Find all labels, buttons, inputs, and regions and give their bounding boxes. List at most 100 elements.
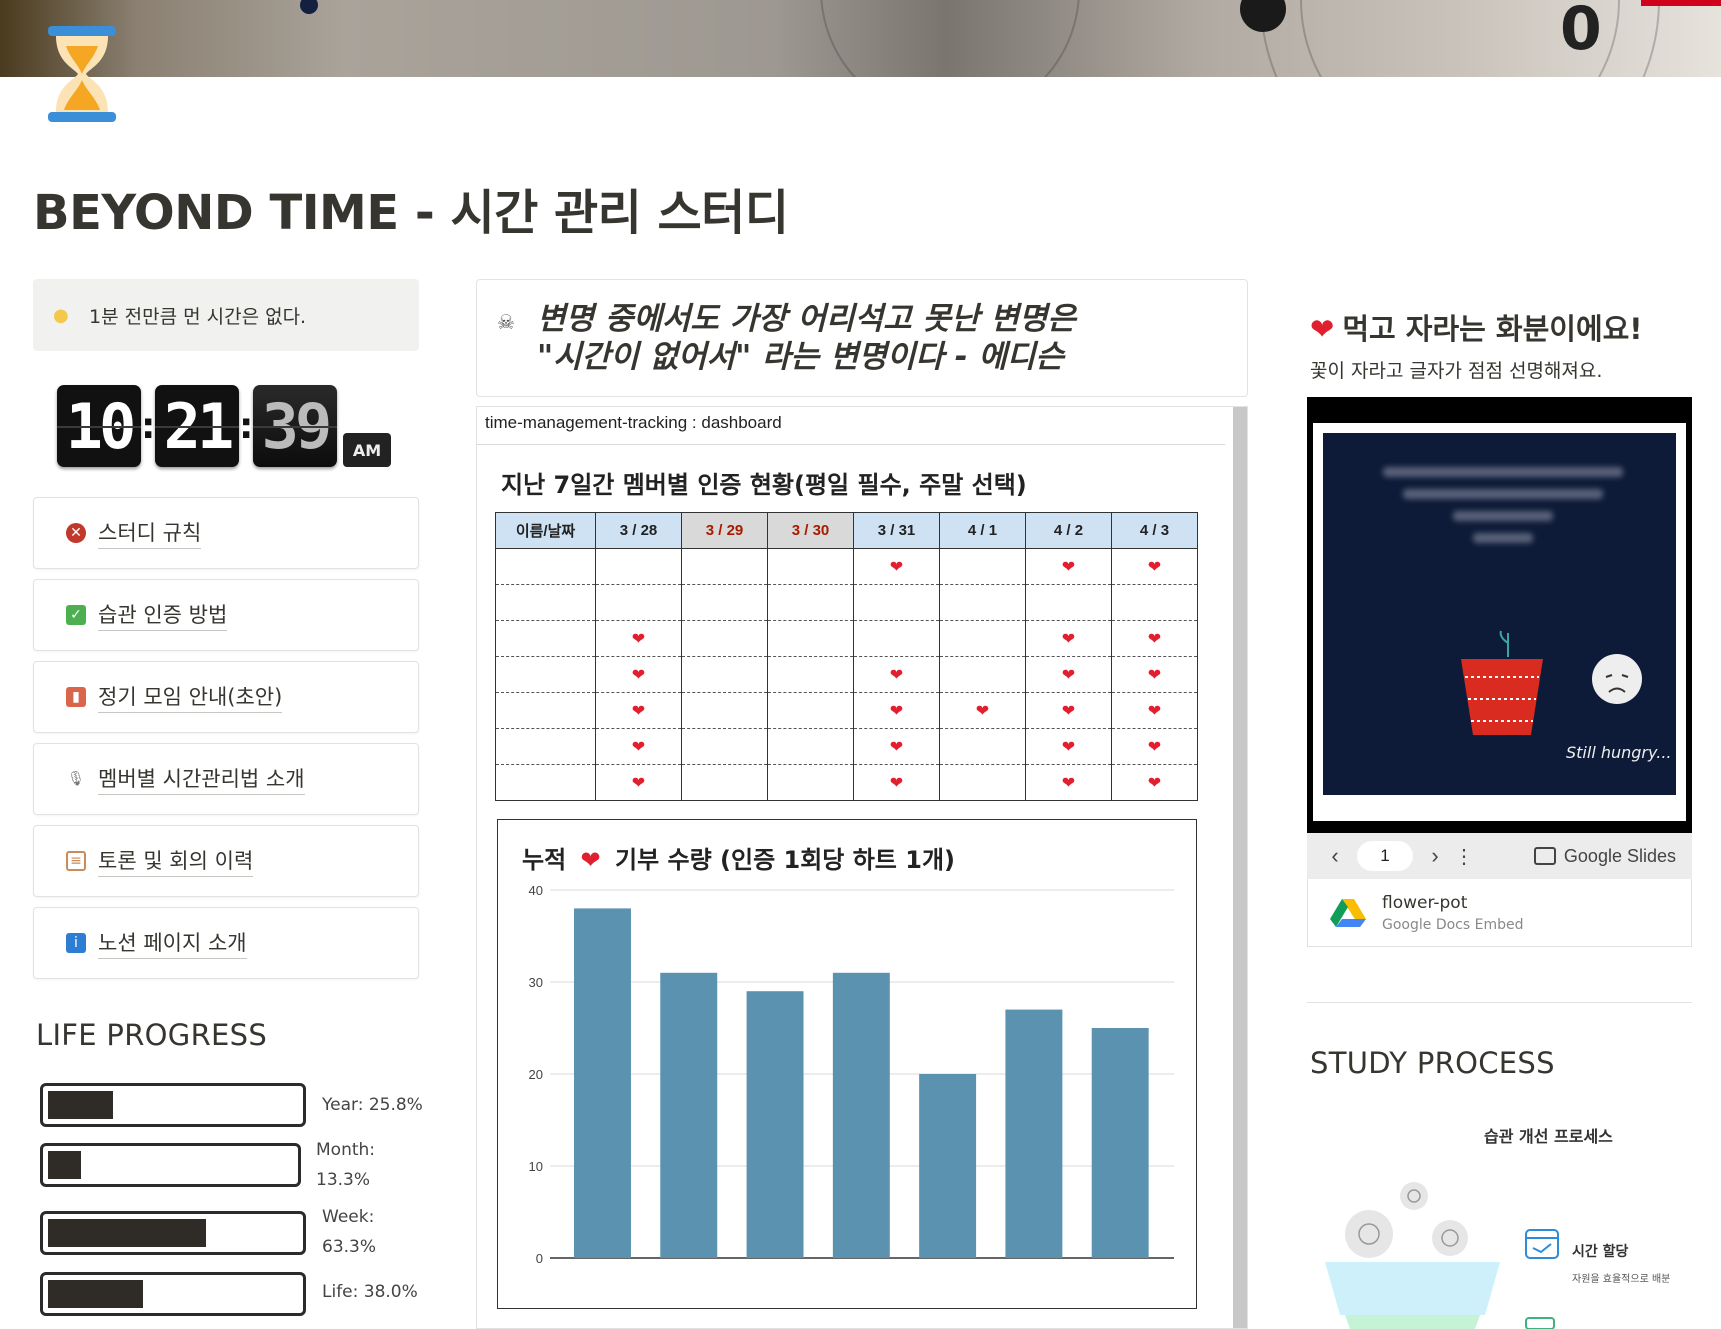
table-row: ❤ ❤ ❤ ❤ bbox=[495, 728, 1198, 765]
table-row: ❤ ❤ ❤ ❤ bbox=[495, 656, 1198, 693]
bar-chart-svg: 0 10 20 30 40 bbox=[529, 883, 1174, 1266]
quote-line-2: "시간이 없어서" 라는 변명이다 - 에디슨 bbox=[537, 339, 1064, 375]
heart-cell: ❤ bbox=[1025, 620, 1112, 657]
clock-seconds: 39 bbox=[253, 385, 337, 467]
life-progress-label: Life: 38.0% bbox=[322, 1282, 418, 1302]
table-header-date: 3 / 30 bbox=[767, 512, 854, 549]
empty-cell bbox=[767, 548, 854, 585]
google-slides-label: Google Slides bbox=[1563, 845, 1676, 866]
nav-card-discussion-history[interactable]: ≡ 토론 및 회의 이력 bbox=[33, 825, 419, 897]
heart-cell: ❤ bbox=[595, 764, 682, 801]
empty-cell bbox=[939, 620, 1026, 657]
callout-text: 1분 전만큼 먼 시간은 없다. bbox=[89, 305, 307, 328]
member-name-cell bbox=[495, 692, 596, 729]
google-drive-icon bbox=[1330, 899, 1366, 927]
quote-line-1: 변명 중에서도 가장 어리석고 못난 변명은 bbox=[537, 301, 1076, 337]
study-process-heading: STUDY PROCESS bbox=[1310, 1046, 1555, 1080]
week-progress-fill bbox=[48, 1219, 206, 1247]
next-slide-button[interactable]: › bbox=[1421, 843, 1449, 869]
heart-cell: ❤ bbox=[1111, 548, 1198, 585]
heart-cell: ❤ bbox=[1111, 620, 1198, 657]
slide-page-input[interactable]: 1 bbox=[1357, 841, 1413, 871]
life-progress-fill bbox=[48, 1280, 143, 1308]
flower-pot-illustration bbox=[1461, 630, 1642, 735]
hourglass-icon[interactable] bbox=[46, 24, 118, 124]
week-progress-value: 63.3% bbox=[322, 1237, 377, 1257]
bar bbox=[746, 991, 804, 1258]
empty-cell bbox=[681, 620, 768, 657]
bar bbox=[1091, 1028, 1149, 1258]
empty-cell bbox=[681, 764, 768, 801]
bar bbox=[574, 908, 631, 1258]
bar bbox=[919, 1074, 977, 1258]
flowerpot-heading-text: 먹고 자라는 화분이에요! bbox=[1342, 312, 1643, 346]
flowerpot-bookmark[interactable]: flower-pot Google Docs Embed bbox=[1307, 879, 1692, 947]
slide-canvas: Still hungry... bbox=[1323, 433, 1676, 795]
nav-card-label: 토론 및 회의 이력 bbox=[98, 845, 254, 877]
process-diagram-title: 습관 개선 프로세스 bbox=[1484, 1127, 1613, 1146]
process-item-title: 시간 할당 bbox=[1572, 1244, 1629, 1260]
empty-cell bbox=[681, 728, 768, 765]
clock-colon: : bbox=[141, 406, 156, 447]
member-name-cell bbox=[495, 620, 596, 657]
empty-cell bbox=[939, 584, 1026, 621]
heart-cell: ❤ bbox=[1025, 656, 1112, 693]
google-slides-link[interactable]: Google Slides bbox=[1533, 845, 1676, 867]
empty-cell bbox=[767, 584, 854, 621]
life-progress-bar bbox=[40, 1272, 306, 1316]
table-row: ❤ ❤ ❤ bbox=[495, 548, 1198, 585]
dashboard-embed[interactable]: time-management-tracking : dashboard 지난 … bbox=[476, 406, 1248, 1329]
heart-cell: ❤ bbox=[853, 764, 940, 801]
table-row: ❤ ❤ ❤ ❤ bbox=[495, 764, 1198, 801]
y-tick-label: 10 bbox=[529, 1159, 543, 1174]
nav-card-regular-meeting[interactable]: ▮ 정기 모임 안내(초안) bbox=[33, 661, 419, 733]
heart-cell: ❤ bbox=[595, 728, 682, 765]
slide-caption: Still hungry... bbox=[1566, 743, 1672, 762]
nav-card-notion-intro[interactable]: i 노션 페이지 소개 bbox=[33, 907, 419, 979]
empty-cell bbox=[939, 728, 1026, 765]
nav-card-label: 노션 페이지 소개 bbox=[98, 927, 247, 959]
bar bbox=[832, 972, 890, 1258]
month-progress-value: 13.3% bbox=[316, 1170, 371, 1190]
empty-cell bbox=[681, 548, 768, 585]
check-mark-icon: ✓ bbox=[66, 605, 86, 625]
clipboard-icon: ≡ bbox=[66, 851, 86, 871]
nav-card-label: 스터디 규칙 bbox=[98, 517, 202, 549]
nav-card-member-methods[interactable]: 🎙 멤버별 시간관리법 소개 bbox=[33, 743, 419, 815]
table-header-name-date: 이름/날짜 bbox=[495, 512, 596, 549]
empty-cell bbox=[939, 548, 1026, 585]
clock-hours: 10 bbox=[57, 385, 141, 467]
nav-card-study-rules[interactable]: ✕ 스터디 규칙 bbox=[33, 497, 419, 569]
table-row: ❤ ❤ ❤ bbox=[495, 620, 1198, 657]
clock-ampm: AM bbox=[343, 433, 391, 467]
week-progress-label: Week: bbox=[322, 1207, 375, 1227]
heart-cell: ❤ bbox=[595, 656, 682, 693]
embed-scrollbar[interactable] bbox=[1233, 407, 1247, 1328]
heart-cell: ❤ bbox=[939, 692, 1026, 729]
more-options-icon[interactable]: ⋮ bbox=[1449, 844, 1479, 869]
prev-slide-button[interactable]: ‹ bbox=[1321, 843, 1349, 869]
y-tick-label: 20 bbox=[529, 1067, 543, 1082]
flip-clock: 10 : 21 : 39 AM bbox=[57, 383, 391, 467]
nav-card-habit-verification[interactable]: ✓ 습관 인증 방법 bbox=[33, 579, 419, 651]
embed-header: time-management-tracking : dashboard bbox=[485, 413, 782, 432]
heart-cell: ❤ bbox=[595, 620, 682, 657]
empty-cell bbox=[939, 656, 1026, 693]
flowerpot-subtitle: 꽃이 자라고 글자가 점점 선명해져요. bbox=[1310, 360, 1603, 382]
member-name-cell bbox=[495, 584, 596, 621]
empty-cell bbox=[939, 764, 1026, 801]
bar bbox=[660, 972, 718, 1258]
no-pedestrians-icon: ✕ bbox=[66, 523, 86, 543]
life-progress-heading: LIFE PROGRESS bbox=[36, 1018, 268, 1052]
y-tick-label: 0 bbox=[536, 1251, 543, 1266]
page-title: BEYOND TIME - 시간 관리 스터디 bbox=[33, 185, 789, 241]
y-tick-label: 40 bbox=[529, 883, 543, 898]
table-header-date: 3 / 31 bbox=[853, 512, 940, 549]
book-icon: ▮ bbox=[66, 687, 86, 707]
slides-embed[interactable]: Still hungry... bbox=[1307, 397, 1692, 833]
slides-toolbar: ‹ 1 › ⋮ Google Slides bbox=[1307, 833, 1692, 879]
year-progress-label: Year: 25.8% bbox=[322, 1095, 423, 1115]
info-icon: i bbox=[66, 933, 86, 953]
nav-card-label: 습관 인증 방법 bbox=[98, 599, 228, 631]
donation-chart: 누적 ❤ 기부 수량 (인증 1회당 하트 1개) 0 10 20 30 40 bbox=[497, 819, 1197, 1309]
